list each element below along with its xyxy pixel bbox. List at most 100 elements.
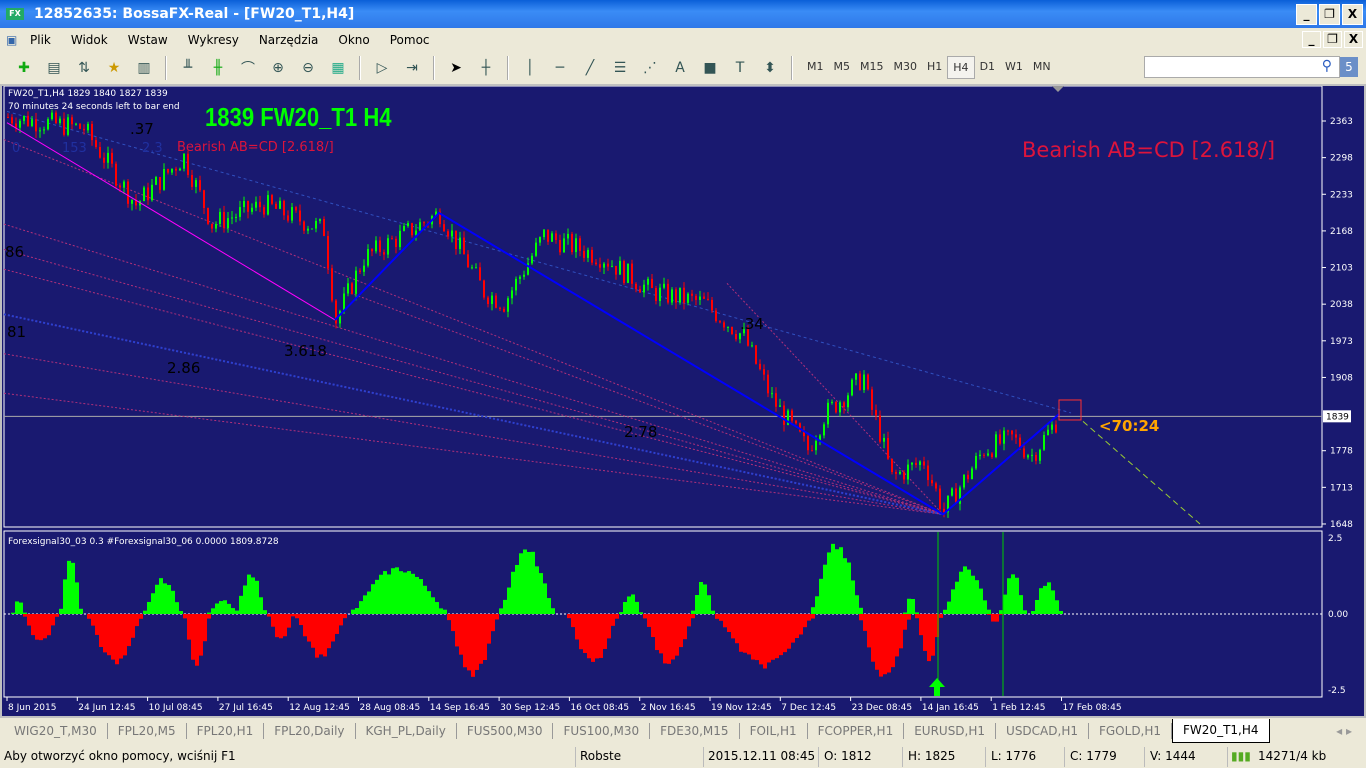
candle-body bbox=[847, 395, 849, 408]
candle-body bbox=[595, 262, 597, 265]
histogram-bar bbox=[407, 571, 411, 614]
candle-body bbox=[263, 207, 265, 215]
chart-tab[interactable]: FDE30,M15 bbox=[650, 723, 740, 739]
menu-2[interactable]: Wstaw bbox=[128, 33, 168, 47]
candle-body bbox=[543, 229, 545, 238]
chart-tab[interactable]: FUS500,M30 bbox=[457, 723, 554, 739]
timeframe-m30[interactable]: M30 bbox=[889, 56, 923, 79]
candle-body bbox=[131, 199, 133, 204]
terminal-icon[interactable]: ▥ bbox=[132, 56, 156, 80]
chart-tab[interactable]: FOIL,H1 bbox=[740, 723, 808, 739]
candle-body bbox=[315, 220, 317, 229]
horizontal-line-icon[interactable]: ─ bbox=[548, 56, 572, 80]
menu-3[interactable]: Wykresy bbox=[188, 33, 239, 47]
chart-tab[interactable]: EURUSD,H1 bbox=[904, 723, 997, 739]
histogram-bar bbox=[383, 571, 387, 614]
candle-body bbox=[979, 454, 981, 456]
candle-body bbox=[775, 393, 777, 407]
zoom-in-icon[interactable]: ⊕ bbox=[266, 56, 290, 80]
app-menu-icon[interactable]: ▣ bbox=[6, 33, 17, 47]
search-icon[interactable]: ⚲ bbox=[1322, 58, 1332, 74]
timeframe-w1[interactable]: W1 bbox=[1000, 56, 1028, 79]
candle-body bbox=[463, 237, 465, 255]
candle-body bbox=[479, 267, 481, 281]
arrows-icon[interactable]: ⬍ bbox=[758, 56, 782, 80]
minimize-button[interactable]: _ bbox=[1296, 4, 1317, 25]
fib-fan-line bbox=[3, 353, 944, 515]
menu-6[interactable]: Pomoc bbox=[390, 33, 430, 47]
chart-tab[interactable]: FUS100,M30 bbox=[553, 723, 651, 739]
timeframe-mn[interactable]: MN bbox=[1028, 56, 1056, 79]
candle-body bbox=[215, 223, 217, 229]
chart-tab[interactable]: FPL20,Daily bbox=[264, 723, 356, 739]
candle-body bbox=[575, 238, 577, 253]
price-tick-label: 1778 bbox=[1330, 447, 1353, 457]
autoscroll-icon[interactable]: ▷ bbox=[370, 56, 394, 80]
menu-5[interactable]: Okno bbox=[338, 33, 369, 47]
candle-body bbox=[79, 123, 81, 129]
notifications-badge[interactable]: 5 bbox=[1340, 57, 1358, 77]
trendline-icon[interactable]: ╱ bbox=[578, 56, 602, 80]
chart-tab[interactable]: FW20_T1,H4 bbox=[1172, 719, 1270, 743]
menu-bar: ▣ Plik Widok Wstaw Wykresy Narzędzia Okno Pomoc bbox=[0, 28, 1366, 51]
child-restore-button[interactable]: ❐ bbox=[1323, 31, 1342, 48]
candle-body bbox=[327, 236, 329, 269]
chart-window[interactable]: 2363 2298 2233 2168 2103 2038 1973 1908 1778 1713… bbox=[0, 84, 1366, 718]
histogram-bar bbox=[831, 543, 835, 614]
candle-body bbox=[111, 152, 113, 164]
candle-body bbox=[1015, 434, 1017, 438]
search-input[interactable] bbox=[1144, 56, 1340, 78]
line-chart-icon[interactable]: ⌒ bbox=[236, 56, 260, 80]
navigator-icon[interactable]: ★ bbox=[102, 56, 126, 80]
fibo-retracement-icon[interactable]: ⋰ bbox=[638, 56, 662, 80]
timeframe-m5[interactable]: M5 bbox=[829, 56, 856, 79]
timeframe-h1[interactable]: H1 bbox=[922, 56, 947, 79]
chart-tab[interactable]: KGH_PL,Daily bbox=[356, 723, 457, 739]
vertical-line-icon[interactable]: │ bbox=[518, 56, 542, 80]
rectangle-icon[interactable]: ■ bbox=[698, 56, 722, 80]
histogram-bar bbox=[843, 558, 847, 614]
chart-tab[interactable]: FGOLD,H1 bbox=[1089, 723, 1173, 739]
text-icon[interactable]: A bbox=[668, 56, 692, 80]
tab-scroll-arrows[interactable]: ◂ ▸ bbox=[1336, 724, 1352, 738]
timeframe-d1[interactable]: D1 bbox=[975, 56, 1000, 79]
chart-tab[interactable]: FPL20,M5 bbox=[108, 723, 187, 739]
chart-shift-icon[interactable]: ⇥ bbox=[400, 56, 424, 80]
price-chart[interactable]: 2363 2298 2233 2168 2103 2038 1973 1908 1778 1713… bbox=[2, 86, 1364, 716]
fibo-channel-icon[interactable]: ☰ bbox=[608, 56, 632, 80]
menu-0[interactable]: Plik bbox=[30, 33, 51, 47]
candle-body bbox=[1003, 430, 1005, 444]
timeframe-m15[interactable]: M15 bbox=[855, 56, 889, 79]
chart-tab[interactable]: FCOPPER,H1 bbox=[808, 723, 905, 739]
candle-body bbox=[731, 326, 733, 334]
child-minimize-button[interactable]: _ bbox=[1302, 31, 1321, 48]
indicator-tick-label: 0.00 bbox=[1328, 610, 1348, 620]
new-order-icon[interactable]: ✚ bbox=[12, 56, 36, 80]
chart-tab[interactable]: USDCAD,H1 bbox=[996, 723, 1089, 739]
timeframe-m1[interactable]: M1 bbox=[802, 56, 829, 79]
chart-tab[interactable]: WIG20_T,M30 bbox=[4, 723, 108, 739]
restore-button[interactable]: ❐ bbox=[1319, 4, 1340, 25]
menu-1[interactable]: Widok bbox=[71, 33, 108, 47]
histogram-bar bbox=[163, 583, 167, 614]
zoom-out-icon[interactable]: ⊖ bbox=[296, 56, 320, 80]
child-close-button[interactable]: X bbox=[1344, 31, 1363, 48]
chart-tab[interactable]: FPL20,H1 bbox=[187, 723, 265, 739]
close-button[interactable]: X bbox=[1342, 4, 1363, 25]
candle-body bbox=[499, 307, 501, 309]
candle-body bbox=[411, 223, 413, 236]
tile-windows-icon[interactable]: ▦ bbox=[326, 56, 350, 80]
market-watch-icon[interactable]: ⇅ bbox=[72, 56, 96, 80]
histogram-bar bbox=[379, 574, 383, 614]
candle-body bbox=[763, 369, 765, 375]
candlestick-icon[interactable]: ╫ bbox=[206, 56, 230, 80]
histogram-bar bbox=[67, 560, 71, 614]
histogram-bar bbox=[251, 577, 255, 614]
cursor-icon[interactable]: ➤ bbox=[444, 56, 468, 80]
menu-4[interactable]: Narzędzia bbox=[259, 33, 319, 47]
text-label-icon[interactable]: T bbox=[728, 56, 752, 80]
crosshair-icon[interactable]: ┼ bbox=[474, 56, 498, 80]
timeframe-h4[interactable]: H4 bbox=[947, 56, 975, 79]
bar-chart-icon[interactable]: ╨ bbox=[176, 56, 200, 80]
profiles-icon[interactable]: ▤ bbox=[42, 56, 66, 80]
